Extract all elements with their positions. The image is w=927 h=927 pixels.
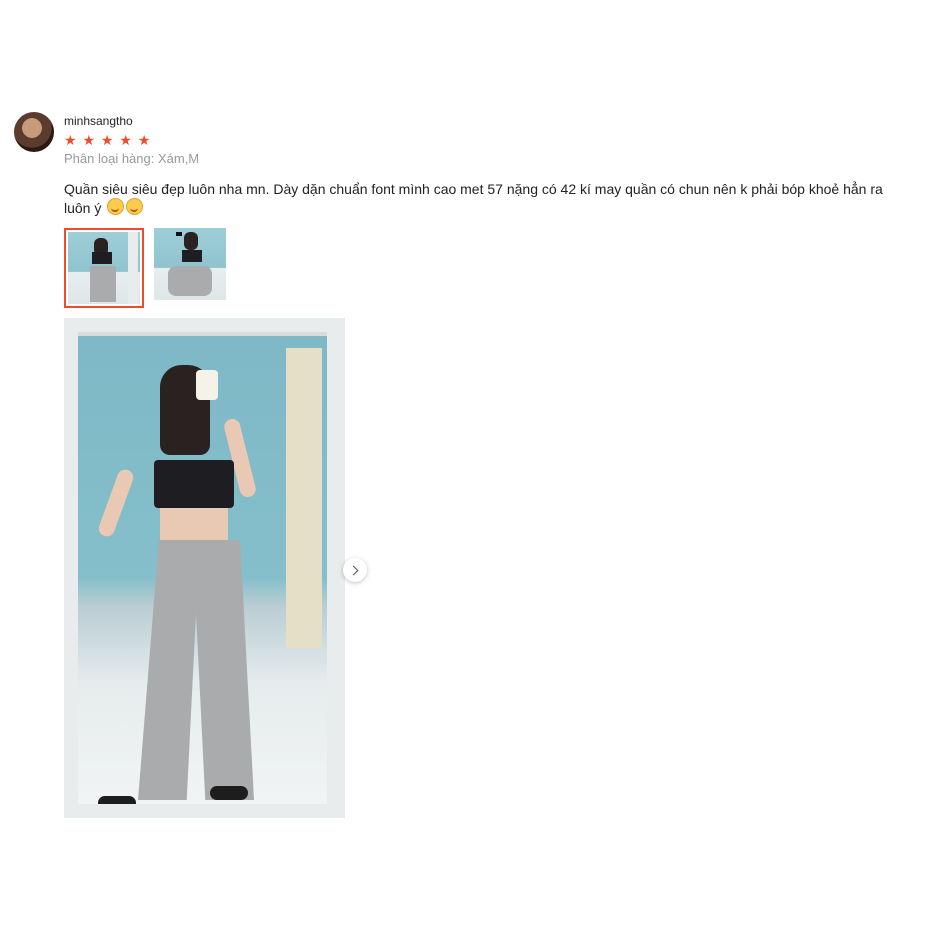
smiling-face-with-hearts-emoji xyxy=(107,198,125,215)
photo-mirror-frame xyxy=(64,318,345,818)
reviewer-username: minhsangtho xyxy=(64,114,133,128)
product-review: minhsangtho ★ ★ ★ ★ ★ Phân loại hàng: Xá… xyxy=(0,0,927,927)
variant-label: Phân loại hàng: Xám,M xyxy=(64,151,200,166)
star-icon: ★ xyxy=(137,132,152,148)
chevron-right-icon xyxy=(348,565,359,575)
review-photo-large xyxy=(64,318,345,818)
rating-stars: ★ ★ ★ ★ ★ xyxy=(64,132,151,149)
smiling-face-with-hearts-emoji xyxy=(126,198,144,215)
star-icon: ★ xyxy=(64,132,78,148)
star-icon: ★ xyxy=(100,132,115,148)
star-icon: ★ xyxy=(82,132,97,148)
review-thumbnail-selected[interactable] xyxy=(64,228,144,308)
review-thumbnail[interactable] xyxy=(154,228,226,300)
star-icon: ★ xyxy=(119,132,133,148)
avatar[interactable] xyxy=(14,112,54,152)
review-text: Quần siêu siêu đẹp luôn nha mn. Dày dặn … xyxy=(64,181,883,216)
next-photo-button[interactable] xyxy=(343,558,367,582)
thumbnail-image xyxy=(68,232,140,304)
thumbnail-image xyxy=(154,228,226,300)
review-comment: Quần siêu siêu đẹp luôn nha mn. Dày dặn … xyxy=(64,180,894,217)
